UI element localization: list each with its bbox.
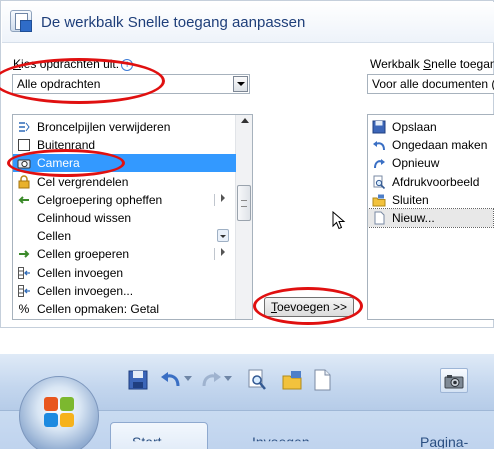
highlight-circle-commands-source: [0, 58, 165, 104]
command-list-item-label: Cellen opmaken: Getal: [37, 302, 160, 316]
ungroup-icon: [17, 193, 31, 207]
scroll-up-arrow-icon[interactable]: [241, 118, 249, 123]
office-logo-icon: [44, 397, 76, 429]
command-list-item-label: Cellen: [37, 229, 72, 244]
border-icon: [17, 138, 31, 152]
print-preview-icon: [372, 175, 386, 189]
toolbar-list-item-label: Nieuw...: [392, 211, 435, 225]
percent-icon: %: [18, 302, 30, 316]
dialog-header: De werkbalk Snelle toegang aanpassen: [2, 2, 494, 43]
toolbar-list-item-label: Afdrukvoorbeeld: [392, 174, 480, 189]
toolbar-list-item-label: Sluiten: [392, 192, 429, 207]
office-button[interactable]: [19, 376, 99, 449]
toolbar-list-item[interactable]: Opnieuw: [368, 154, 493, 172]
undo-icon: [372, 138, 386, 152]
toolbar-list-item[interactable]: Ongedaan maken: [368, 136, 493, 154]
mouse-cursor-icon: [332, 211, 346, 230]
command-list-item[interactable]: Celinhoud wissen: [13, 209, 236, 227]
toolbar-list-item-label: Ongedaan maken: [392, 138, 488, 153]
toolbar-list-item[interactable]: Sluiten: [368, 191, 493, 209]
submenu-arrow-icon: [221, 248, 225, 257]
insert-cells-icon: [17, 284, 31, 298]
commands-scrollbar[interactable]: [235, 115, 252, 319]
commands-listbox[interactable]: Broncelpijlen verwijderen Buitenrand Camer…: [12, 114, 253, 320]
submenu-separator: [214, 248, 215, 261]
quick-access-toolbar-icon: [10, 10, 32, 32]
submenu-arrow-icon: [221, 193, 225, 202]
qat-camera-icon: [444, 375, 464, 389]
lock-icon: [17, 174, 31, 189]
blank-icon: [17, 211, 31, 225]
command-list-item[interactable]: Broncelpijlen verwijderen: [13, 118, 236, 136]
customize-quick-access-dialog: De werkbalk Snelle toegang aanpassen Kie…: [0, 0, 494, 328]
chevron-down-icon[interactable]: [233, 76, 248, 92]
toolbar-list-item[interactable]: Nieuw...: [368, 208, 494, 228]
scroll-thumb[interactable]: [237, 185, 251, 221]
qat-close-folder-icon[interactable]: [281, 368, 303, 392]
toolbar-list-item[interactable]: Opslaan: [368, 118, 493, 136]
submenu-separator: [214, 193, 215, 206]
redo-icon: [372, 156, 386, 170]
qat-new-document-icon[interactable]: [311, 368, 333, 392]
qat-redo-icon[interactable]: [200, 368, 222, 392]
toolbar-target-value: Voor alle documenten (: [372, 77, 494, 91]
command-list-item-label: Celgroepering opheffen: [37, 192, 163, 207]
command-list-item[interactable]: Cellen invoegen...: [13, 282, 236, 300]
command-list-item[interactable]: % Cellen opmaken: Getal: [13, 300, 236, 318]
qat-redo-dropdown-icon[interactable]: [224, 376, 232, 382]
qat-print-preview-icon[interactable]: [246, 368, 268, 392]
new-document-icon: [372, 211, 386, 225]
qat-save-icon[interactable]: [127, 368, 149, 392]
toolbar-commands-listbox[interactable]: Opslaan Ongedaan maken Opnieuw Afdrukvoorbe…: [367, 114, 494, 320]
command-list-item[interactable]: Cellen: [13, 227, 236, 245]
qat-undo-dropdown-icon[interactable]: [184, 376, 192, 382]
save-icon: [372, 120, 386, 134]
command-list-item[interactable]: Cellen invoegen: [13, 264, 236, 282]
insert-cells-icon: [17, 266, 31, 280]
excel-ribbon: Start Invoegen Pagina-indeling: [0, 354, 494, 449]
command-list-item-label: Cellen groeperen: [37, 247, 130, 262]
command-list-item-label: Celinhoud wissen: [37, 211, 132, 225]
toolbar-list-item[interactable]: Afdrukvoorbeeld: [368, 173, 493, 191]
toolbar-list-item-label: Opslaan: [392, 120, 437, 134]
close-folder-icon: [372, 193, 386, 207]
command-list-item[interactable]: Cellen groeperen: [13, 245, 236, 263]
dialog-title: De werkbalk Snelle toegang aanpassen: [41, 14, 306, 31]
highlight-circle-camera: [7, 149, 125, 177]
customize-toolbar-label: Werkbalk Snelle toegan: [370, 57, 494, 71]
command-list-item-label: Cellen invoegen...: [37, 283, 134, 298]
group-icon: [17, 247, 31, 261]
blank-icon: [17, 229, 31, 243]
qat-camera-button[interactable]: [440, 368, 468, 393]
dropdown-indicator-icon: [217, 229, 229, 243]
qat-undo-icon[interactable]: [160, 368, 182, 392]
highlight-circle-add-button: [253, 287, 363, 325]
toolbar-list-item-label: Opnieuw: [392, 156, 440, 171]
command-list-item-label: Cellen invoegen: [37, 265, 124, 280]
command-list-item[interactable]: Celgroepering opheffen: [13, 191, 236, 209]
toolbar-target-combobox[interactable]: Voor alle documenten (: [367, 74, 494, 94]
remove-arrows-icon: [17, 120, 31, 134]
tab-page-layout-label[interactable]: Pagina-indeling: [420, 434, 494, 448]
command-list-item-label: Broncelpijlen verwijderen: [37, 120, 171, 134]
